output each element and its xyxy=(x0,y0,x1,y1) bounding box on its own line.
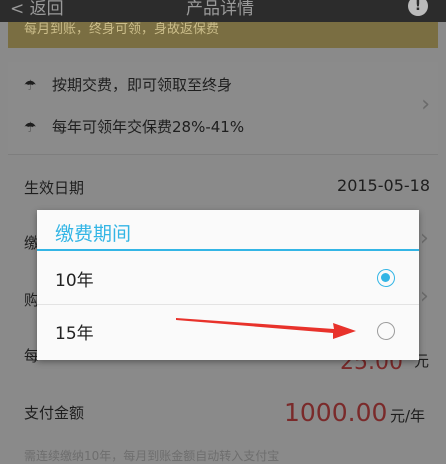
annotation-arrow-icon xyxy=(176,318,356,339)
